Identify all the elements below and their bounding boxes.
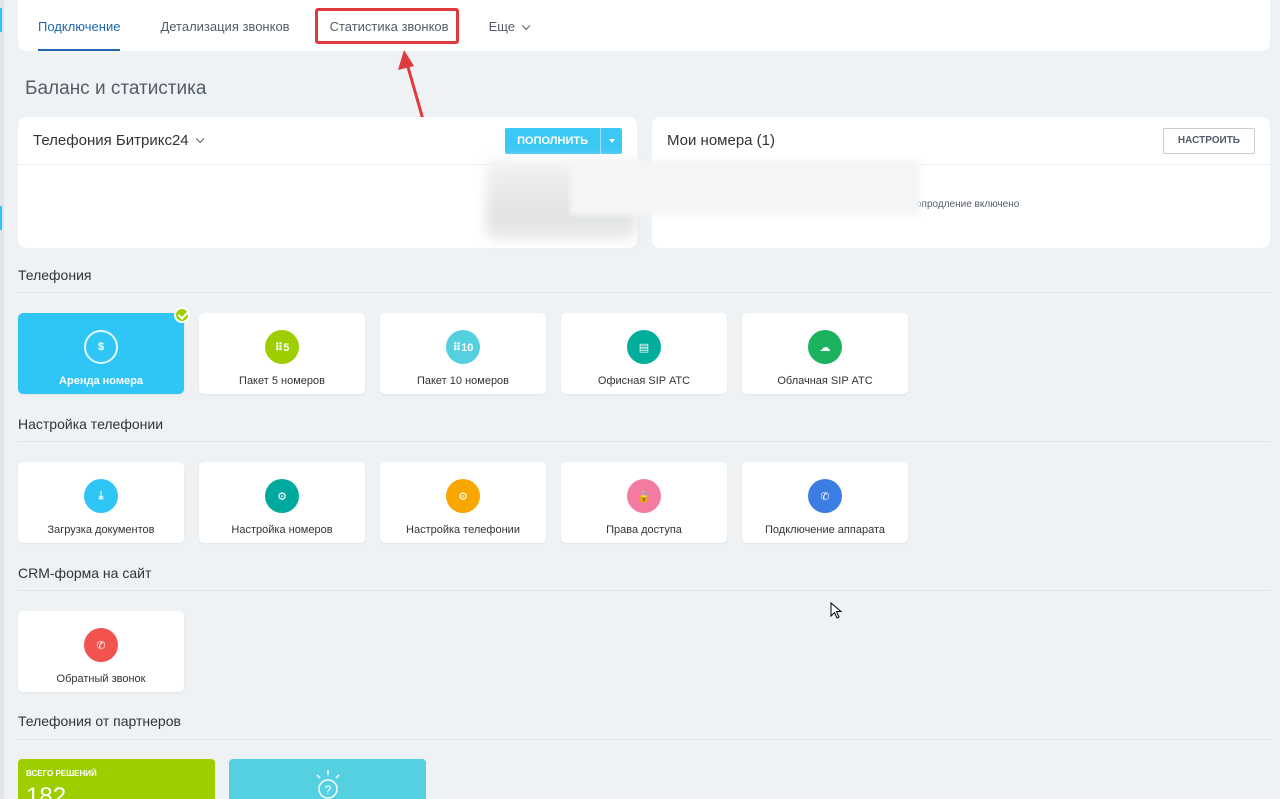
tile-label: Подключение аппарата [765,524,885,536]
tab-more-label: Еще [488,19,516,34]
cloud-pbx-icon: ☁ [808,330,842,364]
tab-call-statistics[interactable]: Статистика звонков [330,0,449,51]
mouse-cursor-icon [830,602,843,619]
tile-user-lock[interactable]: 🔒 Права доступа [561,462,727,543]
renewal-status: опродление включено [916,199,1020,210]
phone-gear-icon: ⚙ [265,479,299,513]
callback-icon: ✆ [84,628,118,662]
tile-label: Обратный звонок [56,673,146,685]
section-title-crm: CRM-форма на сайт [18,565,152,581]
tile-callback[interactable]: ✆ Обратный звонок [18,611,184,692]
tab-more[interactable]: Еще [488,0,531,51]
edge-marker [0,8,2,32]
package-10-icon: ⠿10 [446,330,480,364]
balance-card-header: Телефония Битрикс24 ПОПОЛНИТЬ [18,117,637,165]
tile-label: Настройка телефонии [406,524,520,536]
tile-label: Права доступа [606,524,682,536]
section-title-settings: Настройка телефонии [18,416,164,432]
tile-label: Настройка номеров [231,524,333,536]
top-tabs: Подключение Детализация звонков Статисти… [18,0,1270,51]
tile-label: Пакет 5 номеров [239,375,325,387]
user-lock-icon: 🔒 [627,479,661,513]
section-divider [18,739,1270,740]
setup-button[interactable]: НАСТРОИТЬ [1162,127,1255,154]
tile-cloud-pbx[interactable]: ☁ Облачная SIP АТС [742,313,908,394]
tile-upload-document[interactable]: ⤓ Загрузка документов [18,462,184,543]
chevron-down-icon[interactable] [195,134,204,143]
package-5-icon: ⠿5 [265,330,299,364]
partner-idea-tile[interactable]: ? [229,759,426,799]
tile-label: Офисная SIP АТС [597,375,691,387]
lightbulb-icon: ? [316,770,340,799]
tile-package-5[interactable]: ⠿5 Пакет 5 номеров [199,313,365,394]
tile-phone-dollar[interactable]: $ Аренда номера [18,307,190,394]
tile-office-pbx[interactable]: ▤ Офисная SIP АТС [561,313,727,394]
redacted-area [570,160,920,215]
device-plug-icon: ✆ [808,479,842,513]
svg-text:?: ? [325,783,332,797]
topup-button[interactable]: ПОПОЛНИТЬ [505,127,622,154]
telephony-gear-icon: ⚙ [446,479,480,513]
section-divider [18,441,1270,442]
balance-card-title[interactable]: Телефония Битрикс24 [33,132,189,149]
section-title-partners: Телефония от партнеров [18,713,181,729]
my-numbers-header: Мои номера (1) НАСТРОИТЬ [652,117,1270,165]
tile-telephony-gear[interactable]: ⚙ Настройка телефонии [380,462,546,543]
checkmark-icon [174,307,190,323]
partner-total-label: ВСЕГО РЕШЕНИЙ [26,769,97,778]
tile-package-10[interactable]: ⠿10 Пакет 10 номеров [380,313,546,394]
section-divider [18,590,1270,591]
tab-connection[interactable]: Подключение [38,0,121,51]
partner-solutions-tile[interactable]: ВСЕГО РЕШЕНИЙ 182 [18,759,215,799]
chevron-down-icon [521,21,531,31]
page-title: Баланс и статистика [25,78,207,99]
tab-call-details[interactable]: Детализация звонков [160,0,289,51]
tile-label: Загрузка документов [47,524,155,536]
tile-phone-gear[interactable]: ⚙ Настройка номеров [199,462,365,543]
tile-label: Аренда номера [59,375,143,387]
section-title-telephony: Телефония [18,267,92,283]
partner-total-value: 182 [26,783,67,799]
left-edge [0,0,4,799]
phone-dollar-icon: $ [84,330,118,364]
upload-document-icon: ⤓ [84,479,118,513]
section-divider [18,292,1270,293]
edge-marker [0,206,2,230]
office-pbx-icon: ▤ [627,330,661,364]
topup-button-label: ПОПОЛНИТЬ [517,134,588,147]
tile-label: Пакет 10 номеров [416,375,510,387]
topup-dropdown-icon[interactable] [600,127,622,154]
tile-label: Облачная SIP АТС [777,375,873,387]
my-numbers-title: Мои номера (1) [667,132,776,149]
tile-device-plug[interactable]: ✆ Подключение аппарата [742,462,908,543]
